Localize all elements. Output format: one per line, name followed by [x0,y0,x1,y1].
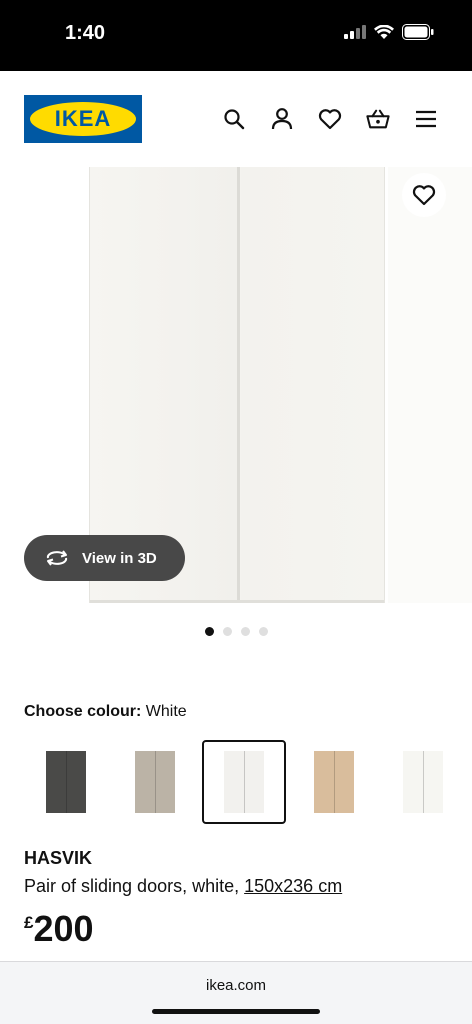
status-time: 1:40 [65,22,106,44]
header-icons [222,107,438,131]
right-door [241,167,384,603]
product-price: £ 200 [24,908,94,950]
heart-icon[interactable] [318,107,342,131]
colour-swatch-white[interactable] [202,740,286,824]
carousel-dot[interactable] [204,627,214,636]
swatch-door [135,751,156,813]
logo-oval: IKEA [30,102,136,136]
status-bar: 1:40 [0,0,472,71]
wifi-icon [374,24,394,45]
site-header: IKEA [0,71,472,167]
colour-swatch-oak-effect[interactable] [292,740,376,824]
view-in-3d-button[interactable]: View in 3D [24,535,185,581]
next-image-peek [388,167,472,603]
carousel-dot[interactable] [222,627,232,636]
rotate-3d-icon [46,550,68,566]
price-amount: 200 [33,908,94,949]
signal-icon [344,25,366,44]
swatch-door [423,751,443,813]
swatch-door-pair [135,751,175,813]
product-description: Pair of sliding doors, white, 150x236 cm [24,876,342,897]
url-text[interactable]: ikea.com [0,977,472,994]
product-size-link[interactable]: 150x236 cm [244,876,342,896]
browser-url-bar[interactable]: ikea.com [0,961,472,1024]
view-in-3d-label: View in 3D [82,549,157,567]
carousel-dot[interactable] [258,627,268,636]
product-image-gallery[interactable]: View in 3D [0,167,472,607]
status-icons [344,24,434,45]
ikea-logo[interactable]: IKEA [24,95,142,143]
swatch-door [46,751,67,813]
logo-text: IKEA [54,106,112,131]
swatch-door [314,751,335,813]
colour-swatch-beige[interactable] [113,740,197,824]
swatch-door-pair [403,751,443,813]
basket-icon[interactable] [366,107,390,131]
swatch-door [403,751,424,813]
swatch-door [66,751,86,813]
user-icon[interactable] [270,107,294,131]
heart-icon [412,185,436,206]
colour-swatch-dark-grey[interactable] [24,740,108,824]
swatch-door [334,751,354,813]
carousel-indicator [0,627,472,636]
swatch-door [155,751,175,813]
colour-label: Choose colour: White [24,703,187,721]
swatch-door-pair [224,751,264,813]
battery-icon [402,24,434,45]
choose-colour-label: Choose colour: [24,703,142,720]
carousel-dot[interactable] [240,627,250,636]
swatch-door-pair [314,751,354,813]
product-name: HASVIK [24,848,93,868]
swatch-door [244,751,264,813]
colour-swatches [24,740,472,824]
swatch-door-pair [46,751,86,813]
selected-colour: White [145,703,187,720]
price-currency: £ [24,913,34,932]
home-indicator [152,1009,320,1014]
colour-swatch-white-high-gloss[interactable] [381,740,465,824]
save-to-favourites-button[interactable] [402,173,446,217]
swatch-door [224,751,245,813]
product-description-text: Pair of sliding doors, white, [24,876,240,896]
search-icon[interactable] [222,107,246,131]
menu-icon[interactable] [414,107,438,131]
door-track [90,600,384,603]
